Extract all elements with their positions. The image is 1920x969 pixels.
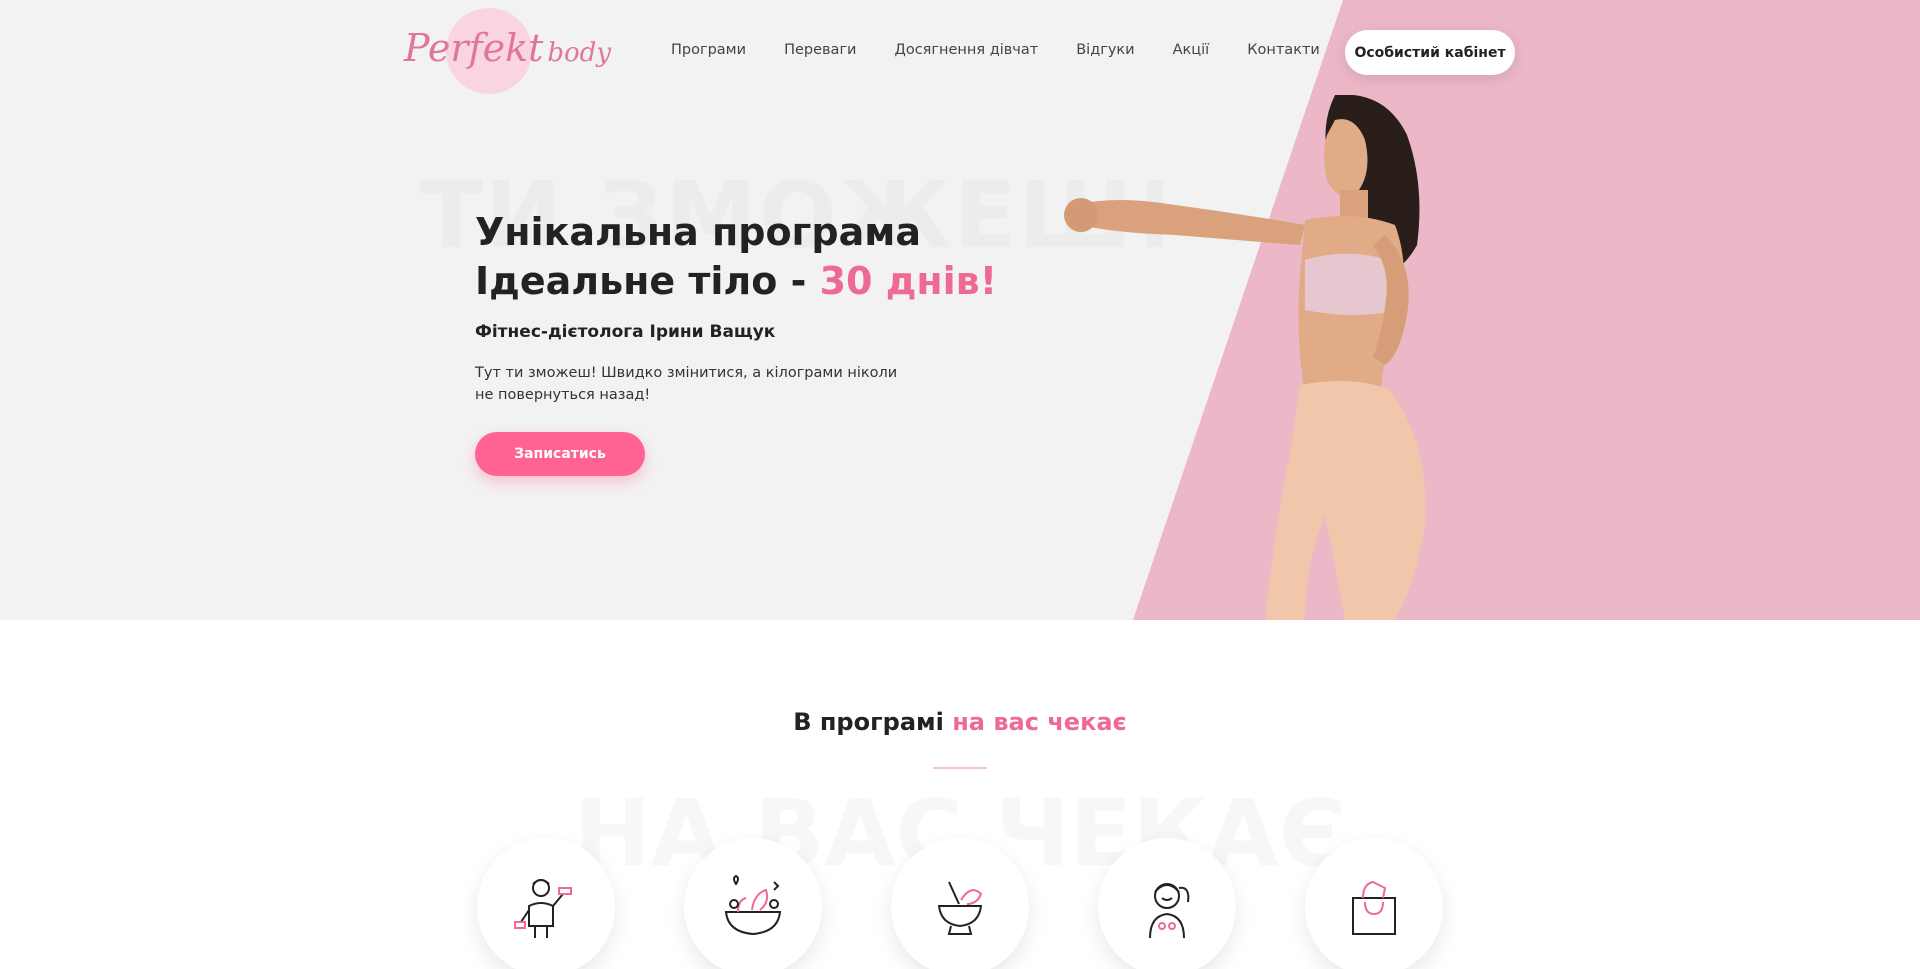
nav-item-reviews[interactable]: Відгуки: [1076, 42, 1134, 58]
feature-card: [891, 838, 1029, 969]
nav-item-contacts[interactable]: Контакти: [1247, 42, 1320, 58]
fitness-woman-dumbbell-icon: [514, 879, 572, 938]
smiling-woman-icon: [1149, 883, 1190, 939]
hero-subtitle: Фітнес-дієтолога Ірини Ващук: [475, 322, 776, 342]
logo-text: Perfekt body: [404, 26, 611, 70]
site-logo[interactable]: Perfekt body: [404, 8, 611, 96]
feature-card: [477, 838, 615, 969]
feature-card: [1098, 838, 1236, 969]
hero-pink-panel: [1133, 0, 1920, 620]
hero-title-line2: Ідеальне тіло -: [475, 259, 820, 303]
hero-title-accent: 30 днів!: [819, 259, 998, 303]
nav-item-programs[interactable]: Програми: [671, 42, 746, 58]
hero-section: ТИ ЗМОЖЕШ! Perfekt body Програми Переваги…: [0, 0, 1920, 620]
signup-button[interactable]: Записатись: [475, 432, 645, 476]
section-title-main: В програмі: [793, 708, 953, 736]
nav-item-promotions[interactable]: Акції: [1173, 42, 1210, 58]
hero-title-line1: Унікальна програма: [475, 210, 921, 254]
nav-item-advantages[interactable]: Переваги: [784, 42, 856, 58]
feature-card: [1305, 838, 1443, 969]
hero-title: Унікальна програма Ідеальне тіло - 30 дн…: [475, 208, 997, 306]
logo-word-perfekt: Perfekt: [404, 26, 544, 70]
nav-item-achievements[interactable]: Досягнення дівчат: [895, 42, 1039, 58]
personal-cabinet-button[interactable]: Особистий кабінет: [1345, 30, 1515, 75]
logo-word-body: body: [547, 38, 612, 68]
section-divider: [933, 767, 987, 769]
shopping-bag-icon: [1352, 880, 1396, 935]
section-title-accent: на вас чекає: [952, 708, 1127, 736]
mortar-pestle-icon: [937, 881, 983, 935]
feature-card: [684, 838, 822, 969]
section-title: В програмі на вас чекає: [0, 708, 1920, 736]
features-row: [477, 838, 1443, 969]
hero-woman-image: [1064, 95, 1426, 620]
salad-bowl-icon: [724, 874, 782, 936]
hero-description: Тут ти зможеш! Швидко змінитися, а кілог…: [475, 365, 898, 403]
main-nav: Програми Переваги Досягнення дівчат Відг…: [671, 42, 1358, 58]
